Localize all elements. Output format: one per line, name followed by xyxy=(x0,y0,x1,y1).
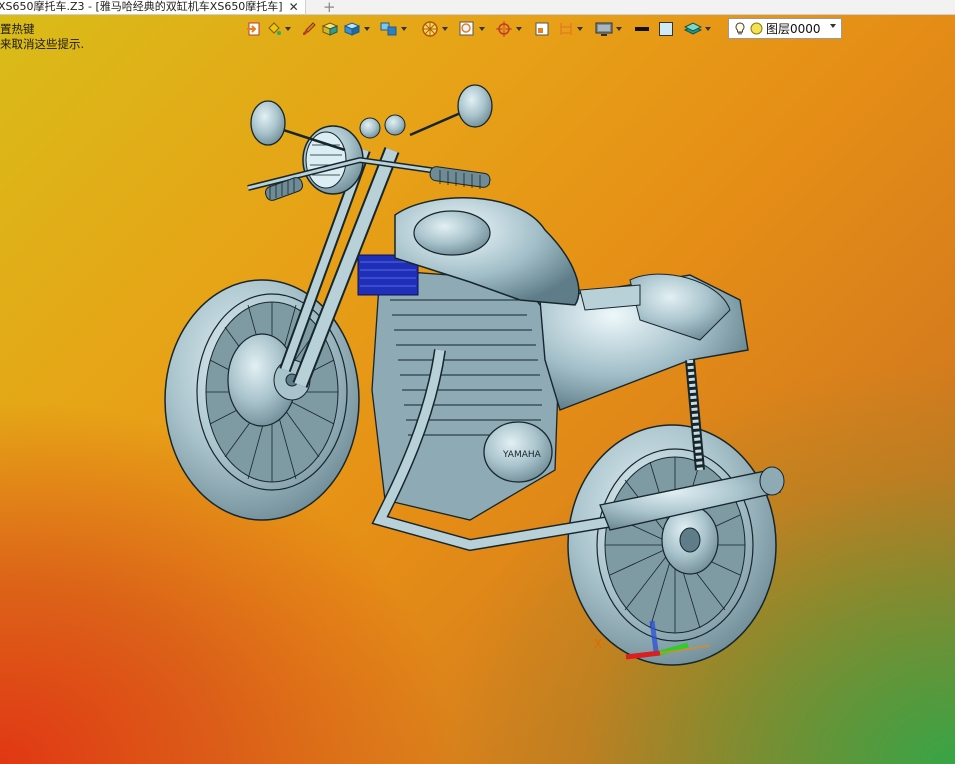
engine-brand-text: YAMAHA xyxy=(502,450,542,460)
axis-triad: X xyxy=(590,615,716,678)
mirrors xyxy=(250,84,493,152)
graphics-viewport[interactable]: XS650摩托车.Z3 - [雅马哈经典的双缸机车XS650摩托车] ✕ + 置… xyxy=(0,0,955,764)
axis-x-label: X xyxy=(594,637,603,651)
motorcycle-model[interactable]: YAMAHA xyxy=(0,0,955,764)
axis-triad-graphic xyxy=(625,620,716,660)
